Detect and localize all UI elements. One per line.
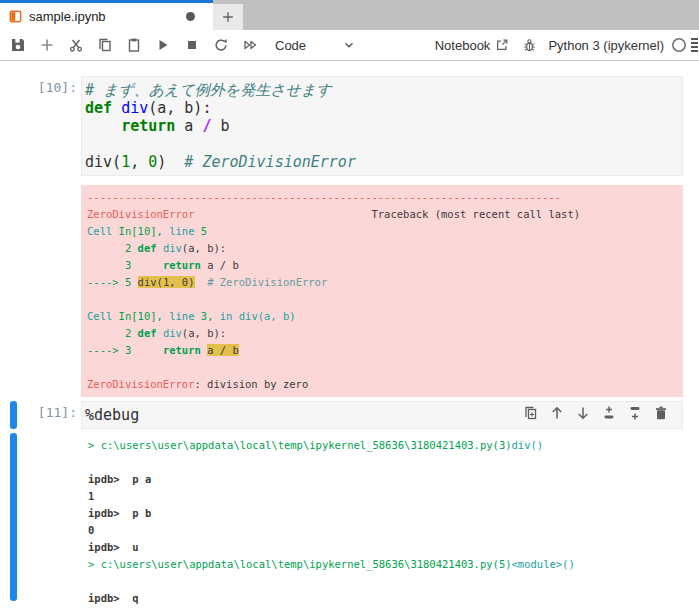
fast-forward-icon [242,37,258,53]
delete-cell-button[interactable] [653,405,669,421]
cell-type-value: Code [275,38,306,53]
move-cell-up-button[interactable] [549,405,565,421]
arrow-up-icon [549,405,565,421]
cut-cells-button[interactable] [61,30,90,60]
insert-below-icon [627,405,643,421]
copy-cells-button[interactable] [90,30,119,60]
cell-10-error-output: ----------------------------------------… [81,185,683,397]
save-button[interactable] [3,30,32,60]
kernel-status-icon[interactable] [671,37,687,53]
restart-kernel-button[interactable] [206,30,235,60]
code-cell-11: [11]: %debug [0,401,699,429]
cell-10-editor[interactable]: # まず、あえて例外を発生させますdef div(a, b): return a… [81,76,683,176]
run-cell-button[interactable] [148,30,177,60]
duplicate-icon [523,405,539,421]
notebook-content: [10]: # まず、あえて例外を発生させますdef div(a, b): re… [0,76,699,611]
debug-output-text: > c:\users\user\appdata\local\temp\ipyke… [81,433,683,611]
kernel-name[interactable]: Python 3 (ipykernel) [548,38,664,53]
copy-icon [97,37,113,53]
plus-icon [221,10,235,24]
paste-icon [126,37,142,53]
move-cell-down-button[interactable] [575,405,591,421]
stop-icon [184,37,200,53]
cell-11-prompt: [11]: [17,401,81,429]
arrow-down-icon [575,405,591,421]
insert-above-icon [601,405,617,421]
notebook-toolbar: Code Notebook Python 3 (ipykernel) [0,30,699,61]
trash-icon [653,405,669,421]
code-cell-10: [10]: # まず、あえて例外を発生させますdef div(a, b): re… [0,76,699,176]
tab-title: sample.ipynb [29,9,106,24]
cell-10-prompt: [10]: [0,76,81,176]
insert-cell-below-button[interactable] [627,405,643,421]
cell-type-dropdown[interactable]: Code [275,38,356,53]
restart-icon [213,37,229,53]
unsaved-changes-indicator [186,12,195,21]
cell-11-output: > c:\users\user\appdata\local\temp\ipyke… [0,433,699,611]
cell-toolbar [523,405,669,421]
scissors-icon [68,37,84,53]
tab-sample-ipynb[interactable]: sample.ipynb [0,0,213,30]
more-menu-icon[interactable] [691,37,699,53]
restart-run-all-button[interactable] [235,30,264,60]
notebook-file-icon [8,9,23,24]
bug-icon [522,38,537,53]
insert-cell-button[interactable] [32,30,61,60]
run-icon [155,37,171,53]
plus-icon [39,37,55,53]
external-link-icon [495,38,509,52]
cell-11-editor[interactable]: %debug [81,401,683,429]
cell-11-output-collapser[interactable] [10,433,17,601]
tab-bar: sample.ipynb [0,0,699,30]
new-tab-button[interactable] [213,4,243,30]
cell-11-input-collapser[interactable] [10,401,17,429]
debugger-toggle-button[interactable] [522,38,537,53]
chevron-down-icon [342,38,356,52]
insert-cell-above-button[interactable] [601,405,617,421]
notebook-link-label: Notebook [435,38,491,53]
save-icon [10,37,26,53]
open-in-notebook-button[interactable]: Notebook [435,38,510,53]
duplicate-cell-button[interactable] [523,405,539,421]
paste-cells-button[interactable] [119,30,148,60]
interrupt-kernel-button[interactable] [177,30,206,60]
